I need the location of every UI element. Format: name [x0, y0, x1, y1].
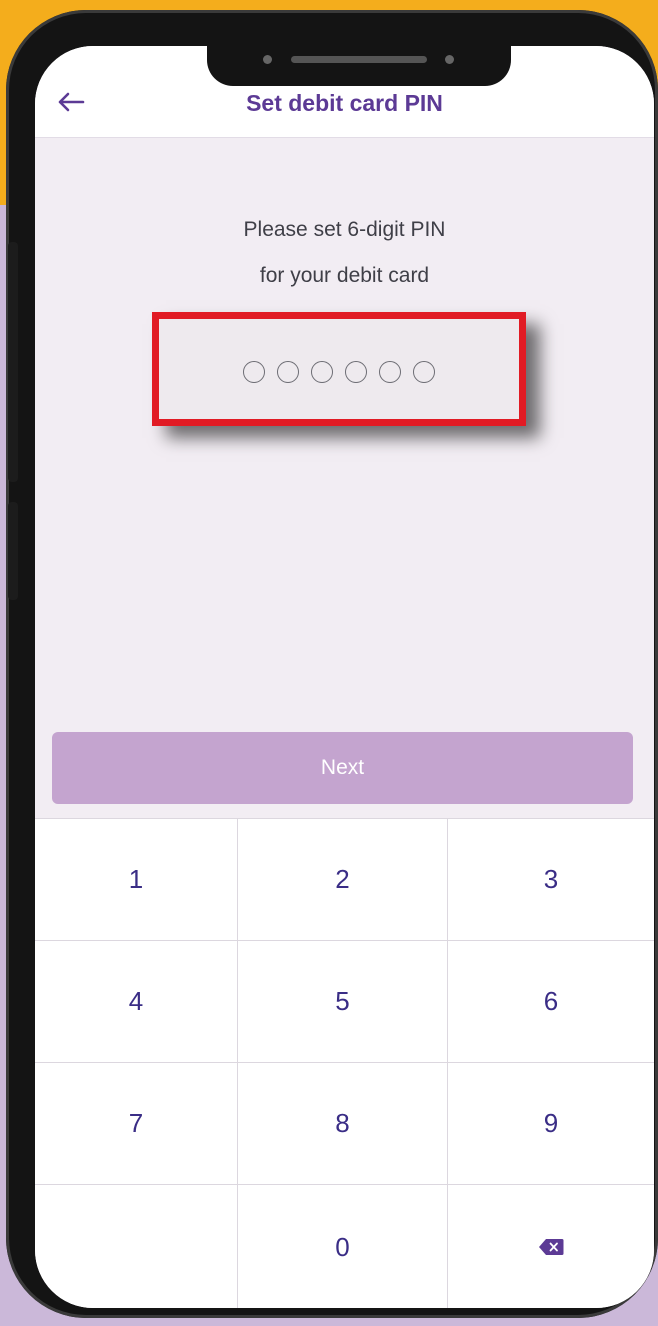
- pin-dot: [277, 361, 299, 383]
- key-label: 5: [335, 986, 350, 1016]
- side-button-volume: [8, 242, 18, 482]
- numeric-keypad: 1 2 3 4 5 6 7 8 9 0: [35, 818, 654, 1308]
- pin-dot: [413, 361, 435, 383]
- notch: [207, 46, 511, 86]
- pin-dot: [311, 361, 333, 383]
- key-6[interactable]: 6: [448, 941, 654, 1063]
- instruction-line-1: Please set 6-digit PIN: [243, 218, 446, 241]
- key-8[interactable]: 8: [238, 1063, 448, 1185]
- instruction-line-2: for your debit card: [259, 264, 430, 287]
- sensor-dot: [445, 55, 454, 64]
- key-label: 1: [128, 864, 144, 894]
- key-0[interactable]: 0: [238, 1185, 448, 1308]
- key-2[interactable]: 2: [238, 819, 448, 941]
- phone-frame: Set debit card PIN Please set 6-digit PI…: [6, 10, 658, 1318]
- key-4[interactable]: 4: [35, 941, 238, 1063]
- phone-screen: Set debit card PIN Please set 6-digit PI…: [35, 46, 654, 1308]
- key-label: 4: [128, 986, 144, 1016]
- key-label: 0: [335, 1231, 350, 1262]
- key-1[interactable]: 1: [35, 819, 238, 941]
- key-label: 6: [543, 986, 559, 1016]
- backspace-icon: [539, 1239, 564, 1255]
- speaker-grille: [291, 56, 427, 63]
- key-backspace[interactable]: [448, 1185, 654, 1308]
- key-label: 9: [543, 1108, 559, 1138]
- camera-dot: [263, 55, 272, 64]
- pin-dot: [243, 361, 265, 383]
- key-label: 2: [335, 864, 350, 894]
- next-button[interactable]: Next: [52, 732, 633, 804]
- pin-dots: [159, 361, 519, 383]
- key-7[interactable]: 7: [35, 1063, 238, 1185]
- side-button-power: [8, 502, 18, 600]
- key-empty: [35, 1185, 238, 1308]
- key-label: 3: [543, 864, 559, 894]
- key-label: 8: [335, 1108, 350, 1138]
- key-5[interactable]: 5: [238, 941, 448, 1063]
- key-label: 7: [128, 1108, 144, 1138]
- key-9[interactable]: 9: [448, 1063, 654, 1185]
- key-3[interactable]: 3: [448, 819, 654, 941]
- pin-dot: [379, 361, 401, 383]
- pin-dot: [345, 361, 367, 383]
- pin-input-highlight[interactable]: [152, 312, 526, 426]
- page-title: Set debit card PIN: [246, 90, 443, 116]
